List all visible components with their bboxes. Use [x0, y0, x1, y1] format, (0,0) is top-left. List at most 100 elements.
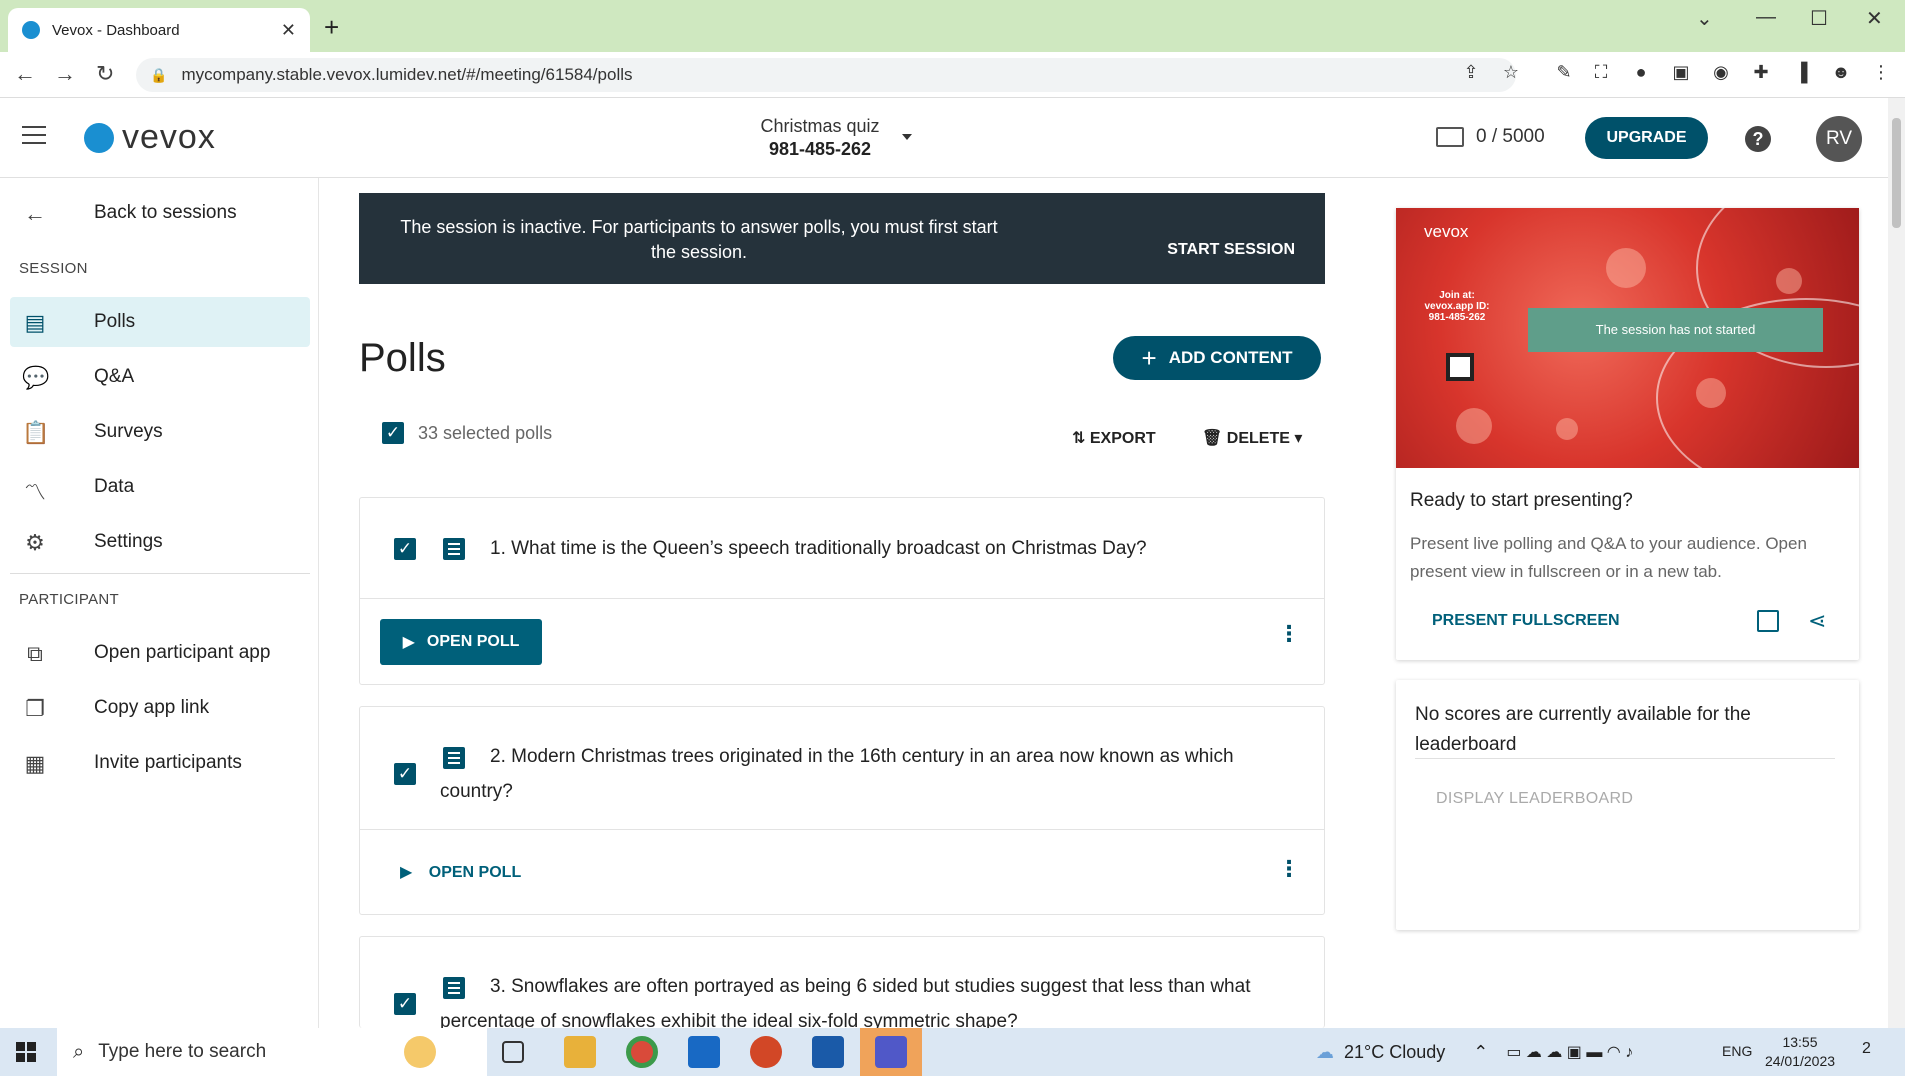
open-poll-label: OPEN POLL [428, 864, 522, 881]
weather-text[interactable]: 21°C Cloudy [1344, 1042, 1445, 1063]
task-view-icon[interactable] [502, 1041, 524, 1063]
save-extension-icon[interactable]: ▣ [1671, 62, 1691, 82]
bokeh-light [1606, 248, 1646, 288]
more-options-icon[interactable]: ⋮ [1278, 858, 1300, 880]
hamburger-menu-icon[interactable] [22, 126, 46, 144]
sidebar-item-surveys[interactable]: 📋 Surveys [10, 407, 310, 457]
open-new-tab-icon[interactable] [1757, 610, 1779, 632]
minimize-icon[interactable]: — [1756, 6, 1776, 29]
grammarly-icon[interactable]: ◉ [1711, 62, 1731, 82]
windows-start-icon[interactable] [16, 1042, 36, 1062]
sidebar-item-open-participant-app[interactable]: ⧉ Open participant app [10, 628, 310, 678]
powerpoint-icon[interactable] [750, 1036, 782, 1068]
leaderboard-divider [1415, 758, 1835, 759]
sidebar-item-copy-app-link[interactable]: ❐ Copy app link [10, 683, 310, 733]
remote-desktop-icon[interactable] [812, 1036, 844, 1068]
screenshot-extension-icon[interactable]: ⛶ [1591, 62, 1611, 82]
session-section-heading: SESSION [19, 260, 88, 277]
close-window-icon[interactable]: ✕ [1866, 6, 1883, 31]
browser-tab[interactable]: Vevox - Dashboard ✕ [8, 8, 310, 52]
poll-checkbox[interactable]: ✓ [394, 993, 416, 1015]
sidebar-item-label: Invite participants [94, 752, 242, 773]
new-tab-icon[interactable]: + [324, 12, 339, 43]
avatar[interactable]: RV [1816, 116, 1862, 162]
poll-question[interactable]: 3. Snowflakes are often portrayed as bei… [440, 969, 1300, 1028]
add-content-button[interactable]: + ADD CONTENT [1113, 336, 1321, 380]
session-selector[interactable]: Christmas quiz 981-485-262 [720, 116, 920, 160]
sidebar-item-label: Surveys [94, 421, 163, 442]
slide-preview[interactable]: vevox Join at: vevox.app ID: 981-485-262… [1396, 208, 1859, 468]
vevox-favicon [22, 21, 40, 39]
sidebar-item-polls[interactable]: ▤ Polls [10, 297, 310, 347]
browser-menu-icon[interactable]: ⋮ [1871, 62, 1891, 82]
upgrade-button[interactable]: UPGRADE [1585, 117, 1708, 159]
chevron-up-icon[interactable]: ⌃ [1473, 1042, 1488, 1063]
play-icon: ▶ [402, 634, 415, 651]
open-poll-label: OPEN POLL [426, 633, 520, 650]
poll-question[interactable]: 1. What time is the Queen’s speech tradi… [490, 531, 1290, 566]
tab-search-icon[interactable]: ⌄ [1696, 6, 1713, 31]
poll-checkbox[interactable]: ✓ [394, 538, 416, 560]
select-all-checkbox[interactable]: ✓ [382, 422, 404, 444]
present-fullscreen-button[interactable]: PRESENT FULLSCREEN [1432, 612, 1620, 630]
scrollbar-thumb[interactable] [1892, 118, 1901, 228]
taskbar-clock[interactable]: 13:55 24/01/2023 [1760, 1033, 1840, 1071]
delete-label: DELETE [1226, 430, 1290, 447]
file-explorer-icon[interactable] [564, 1036, 596, 1068]
share-icon[interactable]: ⋖ [1808, 608, 1826, 634]
page-scrollbar[interactable] [1888, 98, 1905, 1028]
sidebar-item-qa[interactable]: 💬 Q&A [10, 352, 310, 402]
delete-button[interactable]: 🗑 DELETE ▾ [1202, 428, 1302, 448]
language-indicator[interactable]: ENG [1722, 1043, 1752, 1059]
help-icon[interactable]: ? [1745, 126, 1771, 152]
external-link-icon: ⧉ [27, 641, 43, 666]
outlook-icon[interactable] [688, 1036, 720, 1068]
back-label: Back to sessions [94, 202, 237, 223]
browser-toolbar: ← → ↻ 🔒 mycompany.stable.vevox.lumidev.n… [0, 52, 1905, 98]
profile-icon[interactable]: ☻ [1831, 62, 1851, 82]
vevox-logo[interactable]: vevox [84, 118, 216, 157]
pen-extension-icon[interactable]: ✎ [1554, 62, 1574, 82]
more-options-icon[interactable]: ⋮ [1278, 623, 1300, 645]
windows-taskbar: ⌕ Type here to search ☁ 21°C Cloudy ⌃ ▭ … [0, 1028, 1905, 1076]
display-leaderboard-button[interactable]: DISPLAY LEADERBOARD [1436, 790, 1633, 808]
search-icon: ⌕ [73, 1040, 85, 1063]
puzzle-extensions-icon[interactable]: ✚ [1751, 62, 1771, 82]
notification-count: 2 [1862, 1040, 1871, 1057]
open-poll-button[interactable]: ▶ OPEN POLL [400, 862, 521, 882]
browser-tab-strip: Vevox - Dashboard ✕ + ⌄ — ☐ ✕ [0, 0, 1905, 52]
open-poll-button[interactable]: ▶ OPEN POLL [380, 619, 542, 665]
start-session-button[interactable]: START SESSION [1167, 241, 1295, 259]
forward-arrow-icon[interactable]: → [54, 61, 76, 87]
chevron-down-icon[interactable] [902, 134, 912, 140]
app-header: vevox Christmas quiz 981-485-262 0 / 500… [0, 98, 1888, 178]
maximize-icon[interactable]: ☐ [1810, 6, 1828, 31]
gear-icon: ⚙ [25, 530, 45, 555]
export-button[interactable]: ⇅ EXPORT [1072, 428, 1156, 448]
side-panel-icon[interactable]: ▐ [1791, 62, 1811, 82]
sidebar-item-data[interactable]: 〽 Data [10, 462, 310, 512]
poll-question[interactable]: 2. Modern Christmas trees originated in … [440, 739, 1300, 809]
tray-icons[interactable]: ▭ ☁ ☁ ▣ ▬ ◠ ♪ [1506, 1042, 1633, 1062]
back-to-sessions-link[interactable]: ← Back to sessions [10, 188, 310, 238]
sidebar-item-invite-participants[interactable]: ▦ Invite participants [10, 738, 310, 788]
close-tab-icon[interactable]: ✕ [281, 20, 296, 41]
bokeh-light [1556, 418, 1578, 440]
qr-code-icon [1446, 353, 1474, 381]
bookmark-star-icon[interactable]: ☆ [1501, 62, 1521, 82]
sidebar-item-label: Settings [94, 531, 163, 552]
address-bar[interactable]: 🔒 mycompany.stable.vevox.lumidev.net/#/m… [136, 58, 1516, 92]
search-highlight-icon[interactable] [404, 1036, 436, 1068]
sidebar-item-settings[interactable]: ⚙ Settings [10, 517, 310, 567]
notifications-icon[interactable]: 2 [1862, 1040, 1871, 1058]
reload-icon[interactable]: ↻ [96, 61, 114, 87]
back-arrow-icon[interactable]: ← [14, 61, 36, 87]
polls-icon: ▤ [24, 310, 46, 335]
location-extension-icon[interactable]: ● [1631, 62, 1651, 82]
chrome-icon[interactable] [626, 1036, 658, 1068]
calendar-icon: ▦ [24, 751, 46, 776]
poll-checkbox[interactable]: ✓ [394, 763, 416, 785]
share-page-icon[interactable]: ⇪ [1461, 62, 1481, 82]
teams-icon[interactable] [875, 1036, 907, 1068]
counter-text: 0 / 5000 [1476, 126, 1545, 147]
